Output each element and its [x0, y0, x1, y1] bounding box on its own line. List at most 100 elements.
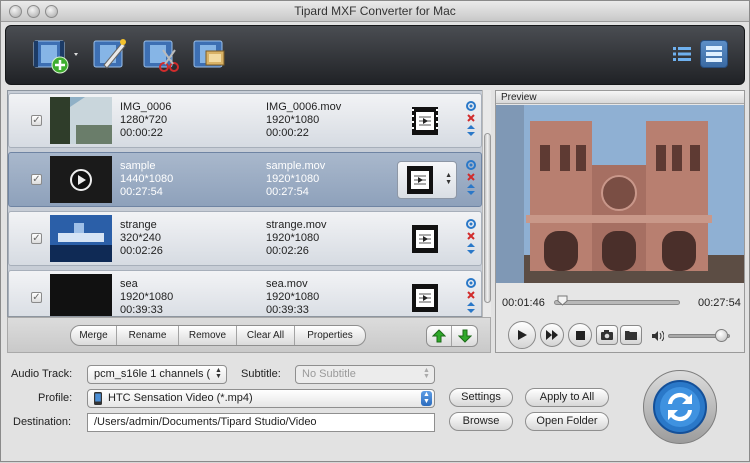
grid-view-icon — [706, 46, 722, 62]
destination-field[interactable]: /Users/admin/Documents/Tipard Studio/Vid… — [87, 413, 435, 432]
fast-forward-button[interactable] — [540, 323, 564, 347]
output-format-icon[interactable] — [411, 283, 439, 313]
subtitle-value: No Subtitle — [302, 368, 356, 380]
file-resolution: 1280*720 — [120, 114, 168, 126]
profile-label: Profile: — [38, 392, 73, 404]
close-window-button[interactable] — [9, 5, 22, 18]
video-thumbnail[interactable] — [50, 156, 112, 203]
video-thumbnail — [50, 274, 112, 316]
audio-track-select[interactable]: pcm_s16le 1 channels ( ▲ ▼ — [87, 365, 227, 384]
output-file-name: sample.mov — [266, 160, 326, 172]
list-actions-group: Merge Rename Remove Clear All Properties — [70, 325, 366, 346]
file-list-scrollbar[interactable] — [482, 90, 491, 317]
gear-icon — [466, 219, 476, 229]
properties-button[interactable]: Properties — [295, 326, 365, 345]
move-up-button[interactable] — [427, 326, 453, 346]
file-duration: 00:39:33 — [120, 304, 163, 316]
settings-button[interactable]: Settings — [449, 388, 513, 407]
output-duration: 00:27:54 — [266, 186, 309, 198]
list-view-icon — [673, 47, 691, 61]
open-snapshot-folder-button[interactable] — [620, 325, 642, 345]
browse-button[interactable]: Browse — [449, 412, 513, 431]
file-duration: 00:02:26 — [120, 245, 163, 257]
edit-button[interactable] — [90, 34, 130, 76]
move-up-down-icon — [467, 243, 475, 254]
file-row[interactable]: ✓ IMG_0006 1280*720 00:00:22 IMG_0006.mo… — [8, 93, 482, 148]
clip-button[interactable] — [140, 34, 180, 76]
snapshot-button[interactable] — [596, 325, 618, 345]
subtitle-label: Subtitle: — [241, 368, 281, 380]
playback-slider-knob[interactable] — [557, 295, 568, 306]
remove-button[interactable]: Remove — [179, 326, 237, 345]
output-info: strange.mov 1920*1080 00:02:26 — [266, 219, 327, 258]
snapshot-merge-icon — [193, 40, 225, 68]
title-bar: Tipard MXF Converter for Mac — [1, 1, 749, 22]
output-resolution: 1920*1080 — [266, 173, 320, 185]
playback-slider[interactable] — [554, 300, 680, 305]
play-icon — [518, 330, 527, 340]
chevron-updown-icon: ▲ ▼ — [423, 367, 430, 380]
edit-icon — [93, 39, 126, 69]
clear-all-button[interactable]: Clear All — [237, 326, 295, 345]
output-info: sample.mov 1920*1080 00:27:54 — [266, 160, 325, 199]
output-format-selector[interactable]: ▲ ▼ — [397, 161, 457, 199]
output-resolution: 1920*1080 — [266, 114, 320, 126]
row-actions — [465, 218, 477, 262]
file-checkbox[interactable]: ✓ — [31, 233, 42, 244]
output-duration: 00:39:33 — [266, 304, 309, 316]
format-stepper-icon[interactable]: ▲ ▼ — [445, 172, 452, 186]
preview-video — [496, 105, 744, 283]
list-view-button[interactable] — [668, 40, 696, 68]
output-resolution: 1920*1080 — [266, 291, 320, 303]
merge-button[interactable]: Merge — [71, 326, 117, 345]
output-info: sea.mov 1920*1080 00:39:33 — [266, 278, 320, 316]
move-down-button[interactable] — [452, 326, 477, 346]
row-actions — [465, 100, 477, 144]
current-time: 00:01:46 — [502, 297, 545, 309]
file-resolution: 1440*1080 — [120, 173, 174, 185]
rename-button[interactable]: Rename — [117, 326, 179, 345]
chevron-updown-icon: ▲ ▼ — [215, 367, 222, 380]
source-info: strange 320*240 00:02:26 — [120, 219, 163, 258]
file-name: strange — [120, 219, 157, 231]
destination-label: Destination: — [13, 416, 72, 428]
remove-icon — [467, 173, 475, 181]
apply-to-all-button[interactable]: Apply to All — [525, 388, 609, 407]
file-row[interactable]: ✓ strange 320*240 00:02:26 strange.mov 1… — [8, 211, 482, 266]
file-row[interactable]: ✓ sample 1440*1080 00:27:54 sample.mov 1… — [8, 152, 482, 207]
file-checkbox[interactable]: ✓ — [31, 174, 42, 185]
subtitle-select[interactable]: No Subtitle ▲ ▼ — [295, 365, 435, 384]
source-info: IMG_0006 1280*720 00:00:22 — [120, 101, 171, 140]
camera-icon — [601, 330, 613, 340]
remove-icon — [467, 114, 475, 122]
gear-icon — [466, 101, 476, 111]
file-row[interactable]: ✓ sea 1920*1080 00:39:33 sea.mov 1920*10… — [8, 270, 482, 316]
profile-select[interactable]: HTC Sensation Video (*.mp4) ▲ ▼ — [87, 389, 435, 408]
stop-button[interactable] — [568, 323, 592, 347]
window-title: Tipard MXF Converter for Mac — [294, 4, 456, 18]
scrollbar-thumb[interactable] — [484, 133, 491, 303]
video-thumbnail — [50, 215, 112, 262]
minimize-window-button[interactable] — [27, 5, 40, 18]
convert-button[interactable] — [643, 370, 717, 444]
list-button-bar: Merge Rename Remove Clear All Properties — [7, 317, 491, 353]
destination-value: /Users/admin/Documents/Tipard Studio/Vid… — [94, 416, 317, 428]
output-format-icon[interactable] — [411, 106, 439, 136]
add-video-button[interactable] — [30, 34, 84, 76]
open-folder-button[interactable]: Open Folder — [525, 412, 609, 431]
snapshot-merge-button[interactable] — [190, 34, 230, 76]
file-checkbox[interactable]: ✓ — [31, 115, 42, 126]
source-info: sea 1920*1080 00:39:33 — [120, 278, 173, 316]
zoom-window-button[interactable] — [45, 5, 58, 18]
output-info: IMG_0006.mov 1920*1080 00:00:22 — [266, 101, 341, 140]
grid-view-button[interactable] — [700, 40, 728, 68]
audio-track-label: Audio Track: — [11, 368, 73, 380]
play-button[interactable] — [508, 321, 536, 349]
gear-icon — [466, 278, 476, 288]
file-checkbox[interactable]: ✓ — [31, 292, 42, 303]
output-file-name: IMG_0006.mov — [266, 101, 342, 113]
toolbar — [5, 25, 745, 85]
output-format-icon[interactable] — [411, 224, 439, 254]
volume-slider-knob[interactable] — [714, 329, 728, 342]
row-actions — [465, 159, 477, 203]
